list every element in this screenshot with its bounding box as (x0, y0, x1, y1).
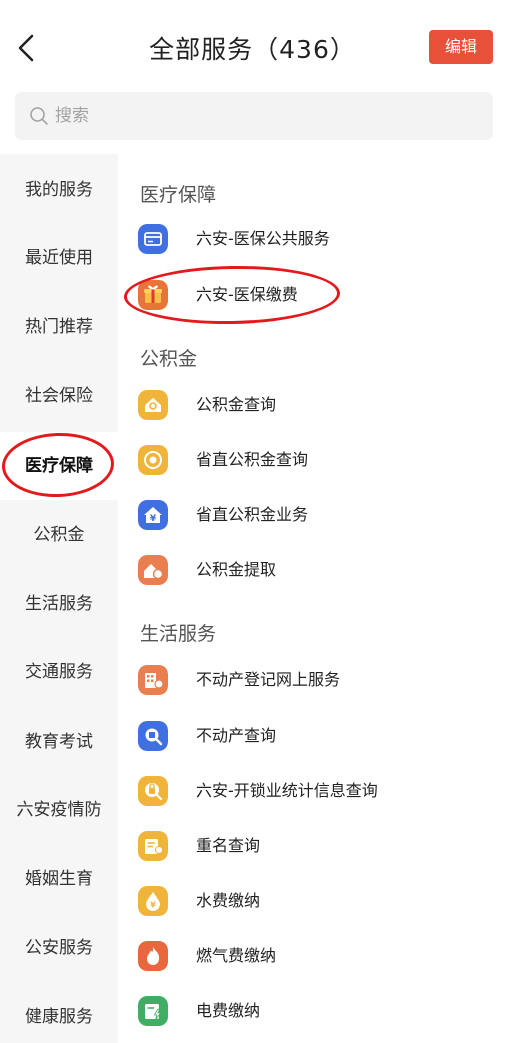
house-search-icon (138, 390, 168, 420)
edit-button[interactable]: 编辑 (429, 30, 493, 64)
service-label: 燃气费缴纳 (196, 946, 277, 965)
sidebar-item-recent[interactable]: 最近使用 (0, 224, 118, 292)
top-bar: 全部服务（436） 编辑 (0, 0, 505, 92)
target-icon (138, 445, 168, 475)
sidebar-item-housing-fund[interactable]: 公积金 (0, 501, 118, 569)
sidebar-item-life[interactable]: 生活服务 (0, 570, 118, 638)
house-coin-icon (138, 555, 168, 585)
name-card-icon (138, 831, 168, 861)
service-label: 公积金提取 (196, 560, 277, 579)
service-label: 水费缴纳 (196, 891, 261, 910)
service-fund-query[interactable]: 公积金查询 (138, 382, 498, 426)
sidebar-item-social-insurance[interactable]: 社会保险 (0, 362, 118, 430)
service-label: 六安-医保公共服务 (196, 229, 330, 248)
service-locksmith-query[interactable]: 六安-开锁业统计信息查询 (138, 768, 498, 812)
yuan-house-icon: ¥ (138, 500, 168, 530)
service-label: 不动产查询 (196, 726, 277, 745)
sidebar-item-my-services[interactable]: 我的服务 (0, 156, 118, 224)
sidebar-item-health[interactable]: 健康服务 (0, 983, 118, 1043)
section-title-housing-fund: 公积金 (140, 348, 198, 370)
service-label: 省直公积金业务 (196, 505, 309, 524)
service-provincial-fund-query[interactable]: 省直公积金查询 (138, 437, 498, 481)
svg-text:¥: ¥ (150, 514, 157, 524)
service-realestate-query[interactable]: 不动产查询 (138, 713, 498, 757)
doc-search-icon (138, 721, 168, 751)
service-duplicate-name-query[interactable]: 重名查询 (138, 823, 498, 867)
category-sidebar: 我的服务 最近使用 热门推荐 社会保险 医疗保障 公积金 生活服务 交通服务 教… (0, 154, 118, 1043)
service-fund-withdraw[interactable]: 公积金提取 (138, 547, 498, 591)
sidebar-item-marriage[interactable]: 婚姻生育 (0, 845, 118, 913)
section-title-medical: 医疗保障 (140, 184, 217, 206)
service-label: 六安-医保缴费 (196, 285, 298, 304)
sidebar-item-police[interactable]: 公安服务 (0, 914, 118, 982)
service-realestate-online[interactable]: 不动产登记网上服务 (138, 657, 498, 701)
service-label: 重名查询 (196, 836, 261, 855)
service-label: 省直公积金查询 (196, 450, 309, 469)
sidebar-item-epidemic[interactable]: 六安疫情防 (0, 776, 118, 844)
search-bar[interactable] (15, 92, 493, 140)
sidebar-item-traffic[interactable]: 交通服务 (0, 638, 118, 706)
card-icon (138, 224, 168, 254)
search-icon (30, 107, 48, 125)
service-label: 电费缴纳 (196, 1001, 261, 1020)
service-label: 公积金查询 (196, 395, 277, 414)
service-list: 医疗保障 六安-医保公共服务 六安-医保缴费 公积金 公积金查询 省直公积金查询… (118, 154, 505, 1043)
section-title-life: 生活服务 (140, 623, 217, 645)
service-gas-payment[interactable]: 燃气费缴纳 (138, 933, 498, 977)
service-medical-payment[interactable]: 六安-医保缴费 (138, 272, 498, 316)
service-electricity-payment[interactable]: 电费缴纳 (138, 988, 498, 1032)
search-input[interactable] (55, 92, 475, 140)
electric-icon (138, 996, 168, 1026)
sidebar-item-medical[interactable]: 医疗保障 (0, 432, 118, 500)
service-medical-public[interactable]: 六安-医保公共服务 (138, 216, 498, 260)
sidebar-item-popular[interactable]: 热门推荐 (0, 293, 118, 361)
water-drop-icon: ¥ (138, 886, 168, 916)
service-provincial-fund-business[interactable]: ¥ 省直公积金业务 (138, 492, 498, 536)
building-icon (138, 665, 168, 695)
sidebar-item-education[interactable]: 教育考试 (0, 708, 118, 776)
gift-icon (138, 280, 168, 310)
service-label: 六安-开锁业统计信息查询 (196, 781, 378, 800)
service-water-payment[interactable]: ¥ 水费缴纳 (138, 878, 498, 922)
service-label: 不动产登记网上服务 (196, 670, 341, 689)
lock-icon (138, 776, 168, 806)
svg-text:¥: ¥ (150, 901, 156, 910)
flame-icon (138, 941, 168, 971)
